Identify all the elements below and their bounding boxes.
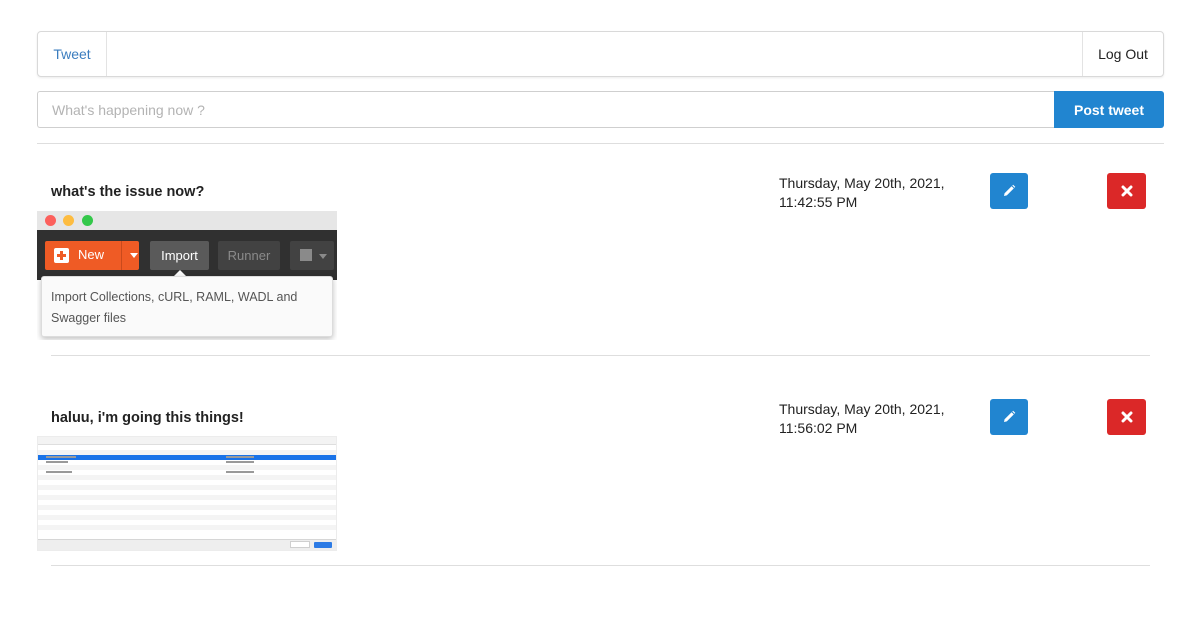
image-list-row [38, 530, 336, 535]
image-runner-button: Runner [218, 241, 280, 270]
tweet-timestamp: Thursday, May 20th, 2021, 11:42:55 PM [779, 174, 969, 212]
logout-button[interactable]: Log Out [1082, 32, 1163, 76]
image-import-button: Import [150, 241, 209, 270]
delete-tweet-button[interactable] [1107, 173, 1146, 209]
tweet-image: New Import Runner Import Collections, cU… [37, 211, 337, 340]
image-open-button [314, 542, 332, 548]
close-icon [1121, 185, 1132, 197]
image-dialog-footer [38, 539, 336, 550]
tweet-time: 11:42:55 PM [779, 194, 858, 210]
image-new-button: New [45, 241, 139, 270]
post-tweet-button[interactable]: Post tweet [1054, 91, 1164, 128]
tweet-time: 11:56:02 PM [779, 420, 858, 436]
top-navbar: Tweet Log Out [37, 31, 1164, 77]
image-toolbar: New Import Runner [37, 230, 337, 280]
tweet-image [37, 436, 337, 551]
image-tooltip: Import Collections, cURL, RAML, WADL and… [41, 276, 333, 337]
image-window-titlebar [37, 211, 337, 230]
pencil-icon [1004, 410, 1016, 422]
image-list-header [38, 437, 336, 445]
tweet-timestamp: Thursday, May 20th, 2021, 11:56:02 PM [779, 400, 969, 438]
pencil-icon [1004, 184, 1016, 196]
chevron-down-icon [319, 254, 327, 259]
nav-tweet-link[interactable]: Tweet [38, 32, 107, 76]
chevron-down-icon [130, 253, 138, 258]
composer-divider [37, 143, 1164, 144]
tweet-composer: Post tweet [37, 91, 1164, 128]
image-new-split [121, 241, 122, 270]
edit-tweet-button[interactable] [990, 173, 1028, 209]
new-window-icon [300, 249, 312, 261]
tweet-separator [51, 565, 1150, 566]
image-new-window-button [290, 241, 334, 270]
tweet-date: Thursday, May 20th, 2021, [779, 175, 945, 191]
tweet-date: Thursday, May 20th, 2021, [779, 401, 945, 417]
maximize-dot-icon [82, 215, 93, 226]
close-dot-icon [45, 215, 56, 226]
tweet-input[interactable] [37, 91, 1054, 128]
edit-tweet-button[interactable] [990, 399, 1028, 435]
plus-icon [54, 248, 69, 263]
tweet-text: haluu, i'm going this things! [51, 410, 244, 426]
navbar-spacer [107, 32, 1082, 76]
minimize-dot-icon [63, 215, 74, 226]
image-cancel-button [290, 541, 310, 548]
image-new-label: New [78, 247, 105, 262]
tweet-separator [51, 355, 1150, 356]
tweet-text: what's the issue now? [51, 184, 205, 200]
delete-tweet-button[interactable] [1107, 399, 1146, 435]
close-icon [1121, 411, 1132, 423]
